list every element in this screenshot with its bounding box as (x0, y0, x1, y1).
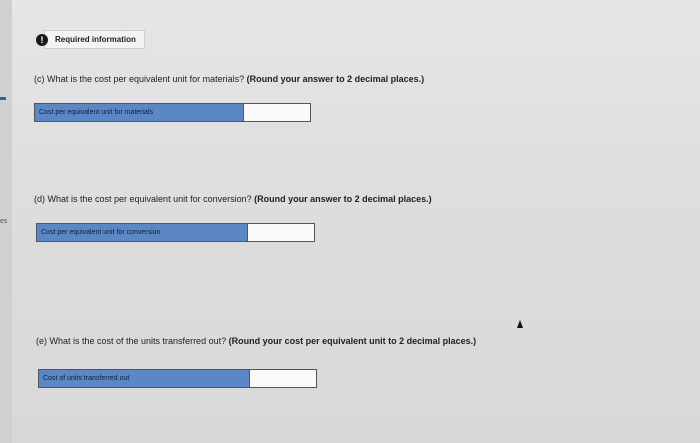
materials-field-label: Cost per equivalent unit for materials (35, 104, 243, 121)
edge-marker (0, 97, 6, 100)
transferred-cost-input[interactable] (249, 370, 316, 387)
question-e-prompt: (e) What is the cost of the units transf… (36, 336, 227, 346)
question-d: (d) What is the cost per equivalent unit… (34, 194, 432, 204)
answer-row-materials: Cost per equivalent unit for materials (34, 103, 311, 122)
edge-text: es (0, 218, 8, 225)
mouse-cursor-icon (517, 320, 523, 328)
question-e-instruction: (Round your cost per equivalent unit to … (228, 336, 477, 346)
question-c-instruction: (Round your answer to 2 decimal places.) (246, 74, 425, 84)
question-e: (e) What is the cost of the units transf… (36, 336, 476, 346)
conversion-cost-input[interactable] (247, 224, 314, 241)
required-information-label[interactable]: Required information (44, 30, 145, 49)
answer-row-transferred: Cost of units transferred out (38, 369, 317, 388)
materials-cost-input[interactable] (243, 104, 310, 121)
conversion-field-label: Cost per equivalent unit for conversion (37, 224, 247, 241)
answer-row-conversion: Cost per equivalent unit for conversion (36, 223, 315, 242)
question-c: (c) What is the cost per equivalent unit… (34, 74, 424, 84)
question-c-prompt: (c) What is the cost per equivalent unit… (34, 74, 245, 84)
info-icon: ! (36, 33, 48, 46)
transferred-field-label: Cost of units transferred out (39, 370, 249, 387)
question-d-instruction: (Round your answer to 2 decimal places.) (254, 194, 432, 204)
question-d-prompt: (d) What is the cost per equivalent unit… (34, 194, 252, 204)
required-information-header[interactable]: ! Required information (36, 30, 145, 49)
